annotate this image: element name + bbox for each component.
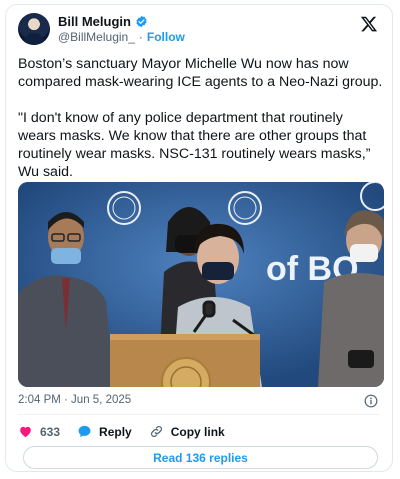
avatar[interactable] [18, 13, 50, 45]
tweet-text: Boston’s sanctuary Mayor Michelle Wu now… [18, 56, 383, 180]
tweet-card: Bill Melugin @BillMelugin_ · Follow Bost… [5, 4, 393, 472]
press-conference-photo: of BO [18, 182, 384, 387]
author-name[interactable]: Bill Melugin [58, 14, 131, 29]
divider [18, 414, 380, 415]
follow-button[interactable]: Follow [147, 30, 185, 44]
tweet-media-image[interactable]: of BO [18, 182, 384, 387]
separator-dot: · [138, 30, 143, 44]
reply-icon [78, 425, 91, 438]
verified-icon [136, 15, 147, 28]
x-logo-icon[interactable] [360, 15, 378, 33]
reply-label: Reply [99, 424, 132, 439]
copy-link-button[interactable]: Copy link [149, 424, 225, 439]
author-handle-row: @BillMelugin_ · Follow [58, 30, 185, 44]
like-button[interactable]: 633 [18, 424, 60, 439]
reply-button[interactable]: Reply [77, 424, 132, 439]
podium [110, 334, 260, 387]
read-replies-button[interactable]: Read 136 replies [23, 446, 378, 469]
copy-link-label: Copy link [170, 424, 225, 439]
heart-icon [20, 426, 31, 438]
author-handle[interactable]: @BillMelugin_ [58, 30, 135, 44]
author-name-row: Bill Melugin [58, 14, 148, 29]
tweet-timestamp[interactable]: 2:04 PM · Jun 5, 2025 [18, 394, 131, 406]
link-icon [150, 426, 162, 437]
like-count: 633 [40, 424, 61, 439]
info-icon[interactable] [364, 394, 378, 408]
tweet-actions: 633 Reply Copy link [18, 424, 242, 439]
